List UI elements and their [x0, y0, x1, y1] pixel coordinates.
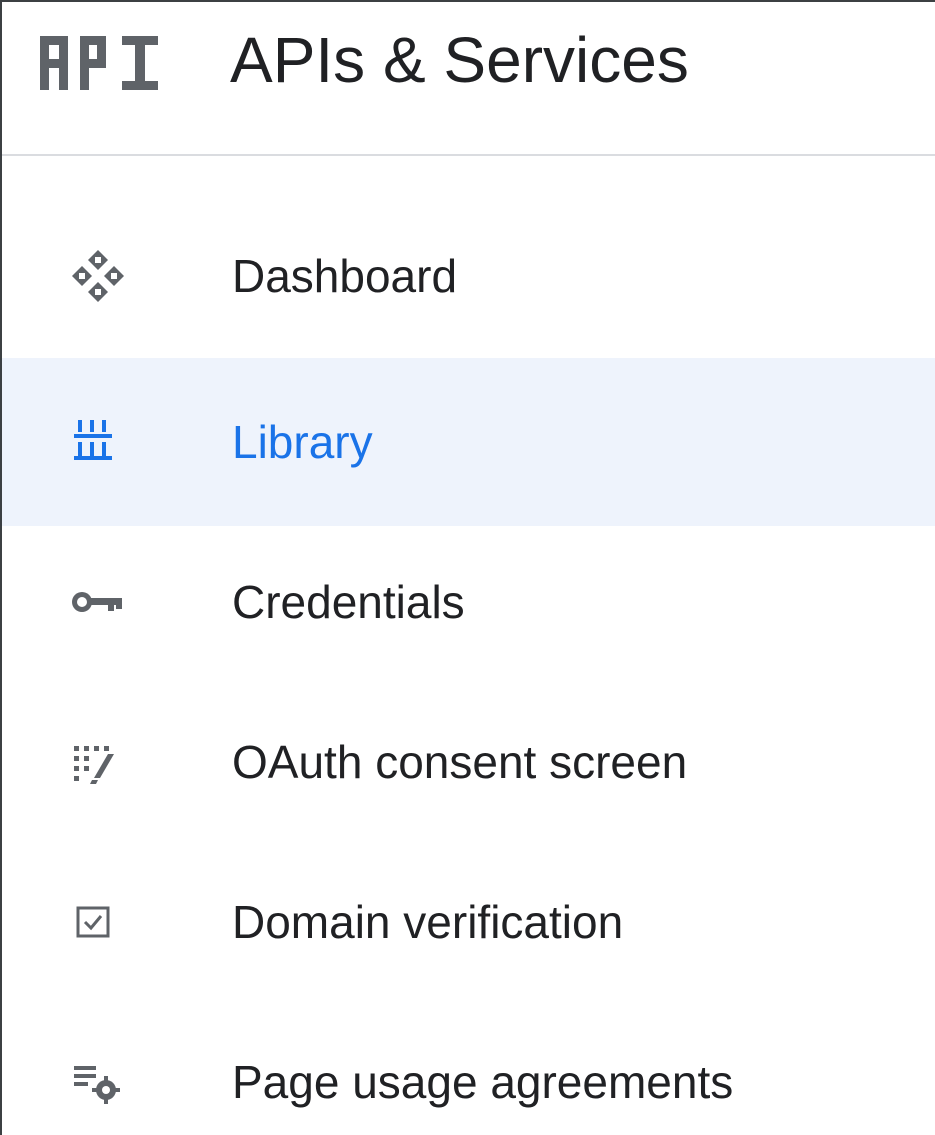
checkbox-icon: [76, 906, 110, 938]
sidebar-item-label: Page usage agreements: [232, 1056, 734, 1108]
sidebar-item-label: Credentials: [232, 576, 465, 628]
sidebar-item-oauth-consent[interactable]: OAuth consent screen: [2, 678, 935, 846]
dashboard-icon: [72, 250, 124, 302]
sidebar-item-library[interactable]: Library: [2, 358, 935, 526]
sidebar-item-label: Domain verification: [232, 896, 624, 948]
sidebar-item-label: Library: [232, 416, 373, 468]
library-icon: [74, 420, 112, 460]
page-title: APIs & Services: [230, 24, 689, 96]
list-settings-icon: [74, 1066, 120, 1104]
sidebar-item-dashboard[interactable]: Dashboard: [2, 192, 935, 360]
sidebar-item-label: OAuth consent screen: [232, 736, 688, 788]
sidebar-item-credentials[interactable]: Credentials: [2, 518, 935, 686]
sidebar-header: APIs & Services: [2, 2, 935, 156]
key-icon: [72, 592, 122, 612]
api-logo-icon: [40, 36, 158, 90]
sidebar-item-domain-verification[interactable]: Domain verification: [2, 838, 935, 1006]
sidebar-item-label: Dashboard: [232, 250, 458, 302]
oauth-consent-icon: [74, 746, 114, 784]
sidebar-panel: APIs & Services Dashboard Library Creden…: [0, 0, 935, 1135]
sidebar-item-page-usage-agreements[interactable]: Page usage agreements: [2, 998, 935, 1135]
